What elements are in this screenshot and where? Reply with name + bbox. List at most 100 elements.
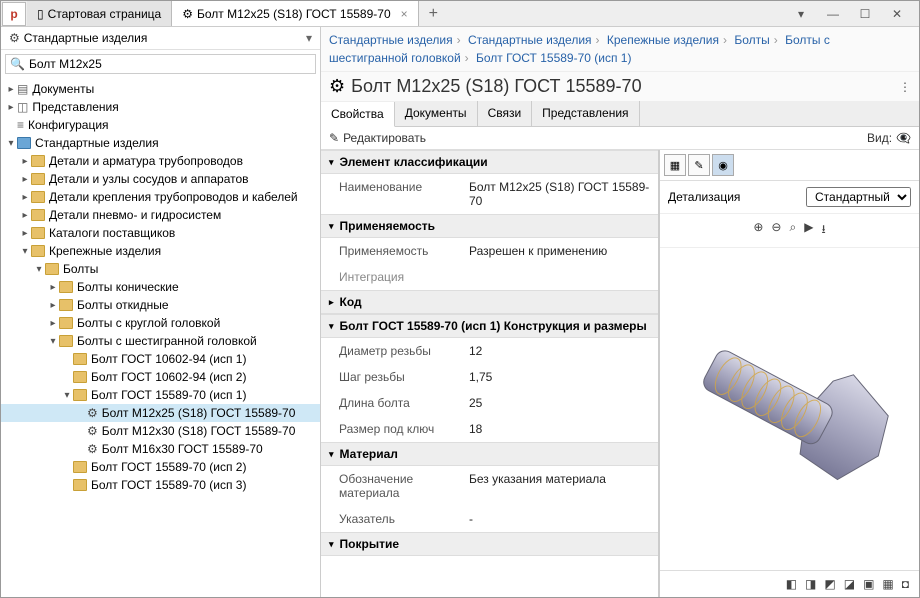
panel-header[interactable]: ⚙ Стандартные изделия ▾ [1,27,320,50]
crumb[interactable]: Болт ГОСТ 15589-70 (исп 1) [476,51,631,65]
tab-bolt[interactable]: ⚙ Болт M12x25 (S18) ГОСТ 15589-70 × [172,1,418,26]
tree-item-selected[interactable]: ⚙Болт M12x25 (S18) ГОСТ 15589-70 [1,404,320,422]
view-toggle[interactable]: Вид:👁‍🗨 [867,131,911,145]
3d-icon[interactable]: ◉ [712,154,734,176]
download-icon[interactable]: ⭳ [821,220,825,241]
section-coating[interactable]: ▾Покрытие [321,532,658,556]
zoom-fit-icon[interactable]: ⌕ [789,220,796,241]
tree-item[interactable]: ▸Детали пневмо- и гидросистем [1,206,320,224]
preview-panel: ▦ ✎ ◉ Детализация Стандартный ⊕ ⊖ ⌕ ▶ ⭳ [659,150,919,597]
minimize-icon[interactable]: — [821,7,845,21]
tree-item[interactable]: ▸Болты конические [1,278,320,296]
tree-item[interactable]: ▾Болт ГОСТ 15589-70 (исп 1) [1,386,320,404]
prop-key: Наименование [329,180,469,208]
tree-item[interactable]: Болт ГОСТ 15589-70 (исп 2) [1,458,320,476]
crumb[interactable]: Болты [734,33,769,47]
crumb[interactable]: Стандартные изделия [468,33,592,47]
close-icon[interactable]: × [401,7,408,21]
tree-item[interactable]: Болт ГОСТ 10602-94 (исп 2) [1,368,320,386]
view-modes-bar: ◧ ◨ ◩ ◪ ▣ ▦ ◘ [660,570,919,597]
new-tab-button[interactable]: + [419,5,448,23]
tree-views[interactable]: ▸◫Представления [1,98,320,116]
section-dimensions[interactable]: ▾Болт ГОСТ 15589-70 (исп 1) Конструкция … [321,314,658,338]
app-icon: р [2,2,26,26]
tree-item[interactable]: ⚙Болт M12x30 (S18) ГОСТ 15589-70 [1,422,320,440]
tree-config[interactable]: ≡Конфигурация [1,116,320,134]
3d-viewport[interactable] [660,248,919,570]
maximize-icon[interactable]: ☐ [853,7,877,21]
prop-key: Обозначение материала [329,472,469,500]
breadcrumb: Стандартные изделия› Стандартные изделия… [321,27,919,72]
search-input[interactable]: 🔍 Болт М12х25 [5,54,316,74]
tab-representations[interactable]: Представления [532,101,639,126]
cube-icon[interactable]: ◩ [824,577,835,591]
section-material[interactable]: ▾Материал [321,442,658,466]
zoom-in-icon[interactable]: ⊕ [753,220,763,241]
properties-toolbar: ✎Редактировать Вид:👁‍🗨 [321,127,919,150]
right-panel: Стандартные изделия› Стандартные изделия… [321,27,919,597]
crumb[interactable]: Крепежные изделия [607,33,719,47]
tree-item[interactable]: ▸Детали и арматура трубопроводов [1,152,320,170]
tab-label: Стартовая страница [48,7,162,21]
page-title: Болт M12x25 (S18) ГОСТ 15589-70 [351,76,641,97]
tab-documents[interactable]: Документы [395,101,478,126]
prop-value: 1,75 [469,370,650,384]
kebab-icon[interactable]: ⋮ [899,80,911,94]
section-usage[interactable]: ▾Применяемость [321,214,658,238]
tree-item[interactable]: ▸Болты с круглой головкой [1,314,320,332]
cube-icon[interactable]: ◪ [844,577,855,591]
tree-std[interactable]: ▾Стандартные изделия [1,134,320,152]
tree-item[interactable]: ▸Болты откидные [1,296,320,314]
prop-value: - [469,512,650,526]
prop-key: Длина болта [329,396,469,410]
close-window-icon[interactable]: ✕ [885,7,909,21]
cube-icon[interactable]: ◨ [805,577,816,591]
tree-item[interactable]: Болт ГОСТ 10602-94 (исп 1) [1,350,320,368]
search-value: Болт М12х25 [29,57,102,71]
gear-icon: ⚙ [9,31,20,45]
tree-docs[interactable]: ▸▤Документы [1,80,320,98]
tree-item[interactable]: ▸Каталоги поставщиков [1,224,320,242]
stack-icon: ▯ [37,7,44,21]
prop-value: 18 [469,422,650,436]
drop-icon[interactable]: ▾ [789,7,813,21]
tab-links[interactable]: Связи [478,101,533,126]
section-classification[interactable]: ▾Элемент классификации [321,150,658,174]
image-icon[interactable]: ▦ [664,154,686,176]
tree-item[interactable]: Болт ГОСТ 15589-70 (исп 3) [1,476,320,494]
tree-item[interactable]: ▸Детали и узлы сосудов и аппаратов [1,170,320,188]
tree-item[interactable]: ▾Болты с шестигранной головкой [1,332,320,350]
tab-properties[interactable]: Свойства [321,102,395,127]
page-title-row: ⚙ Болт M12x25 (S18) ГОСТ 15589-70 ⋮ [321,72,919,101]
prop-value: 25 [469,396,650,410]
tree-item[interactable]: ▸Детали крепления трубопроводов и кабеле… [1,188,320,206]
section-code[interactable]: ▸Код [321,290,658,314]
prop-value: 12 [469,344,650,358]
prop-key: Шаг резьбы [329,370,469,384]
cube-icon[interactable]: ◧ [786,577,797,591]
properties-list: ▾Элемент классификации НаименованиеБолт … [321,150,659,597]
detail-row: Детализация Стандартный [660,181,919,214]
prop-value: Без указания материала [469,472,650,500]
tree-view: ▸▤Документы ▸◫Представления ≡Конфигураци… [1,78,320,597]
crumb[interactable]: Стандартные изделия [329,33,453,47]
part-icon: ⚙ [182,7,193,21]
tree-item[interactable]: ⚙Болт M16x30 ГОСТ 15589-70 [1,440,320,458]
detail-select[interactable]: Стандартный [806,187,911,207]
edit-button[interactable]: ✎Редактировать [329,131,426,145]
eye-off-icon: 👁‍🗨 [896,131,911,145]
zoom-out-icon[interactable]: ⊖ [771,220,781,241]
prop-key: Указатель [329,512,469,526]
chevron-down-icon[interactable]: ▾ [306,31,312,45]
tab-start[interactable]: ▯ Стартовая страница [27,1,172,26]
cube-icon[interactable]: ▦ [882,577,893,591]
prop-key: Размер под ключ [329,422,469,436]
play-icon[interactable]: ▶ [804,220,813,241]
cube-icon[interactable]: ◘ [902,577,909,591]
drawing-icon[interactable]: ✎ [688,154,710,176]
cube-icon[interactable]: ▣ [863,577,874,591]
tree-item[interactable]: ▾Крепежные изделия [1,242,320,260]
tree-item[interactable]: ▾Болты [1,260,320,278]
prop-value: Болт M12x25 (S18) ГОСТ 15589-70 [469,180,650,208]
zoom-toolbar: ⊕ ⊖ ⌕ ▶ ⭳ [660,214,919,248]
